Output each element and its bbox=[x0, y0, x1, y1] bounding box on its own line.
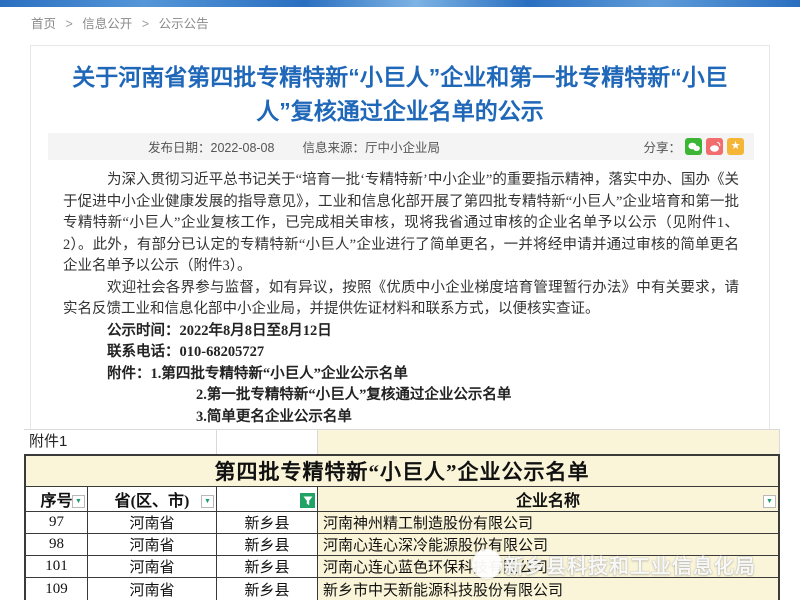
header-serial-label: 序号 bbox=[40, 487, 72, 511]
info-source-value: 厅中小企业局 bbox=[365, 141, 440, 155]
attachment-line-3: 3.简单更名企业公示名单 bbox=[63, 407, 739, 429]
table-row: 97 河南省 新乡县 河南神州精工制造股份有限公司 bbox=[26, 512, 778, 534]
cell-company: 河南心连心深冷能源股份有限公司 bbox=[318, 534, 778, 556]
attachments-label: 附件： bbox=[107, 366, 151, 382]
publish-date: 发布日期：2022-08-08 bbox=[148, 137, 274, 156]
breadcrumb-info-disclosure[interactable]: 信息公开 bbox=[82, 17, 132, 31]
qzone-star-share-icon[interactable]: ★ bbox=[727, 138, 744, 155]
attachment-link-1[interactable]: 1.第四批专精特新“小巨人”企业公示名单 bbox=[151, 366, 408, 382]
attachment1-table: 第四批专精特新“小巨人”企业公示名单 序号 ▼ 省(区、市) ▼ bbox=[24, 454, 780, 600]
cell-province: 河南省 bbox=[88, 534, 217, 556]
cell-county: 新乡县 bbox=[217, 534, 318, 556]
article-meta-bar: 发布日期：2022-08-08 信息来源：厅中小企业局 分享： ★ bbox=[48, 133, 754, 160]
article-body: 为深入贯彻习近平总书记关于“培育一批‘专精特新’中小企业”的重要指示精神，落实中… bbox=[63, 170, 739, 453]
info-source: 信息来源：厅中小企业局 bbox=[302, 137, 440, 156]
header-county bbox=[217, 487, 318, 512]
cell-serial: 97 bbox=[26, 512, 88, 534]
cell-county: 新乡县 bbox=[217, 556, 318, 578]
attachment1-label: 附件1 bbox=[24, 430, 217, 454]
cell-county: 新乡县 bbox=[217, 512, 318, 534]
attachment-link-2[interactable]: 2.第一批专精特新“小巨人”复核通过企业公示名单 bbox=[196, 387, 511, 403]
header-company: 企业名称 ▼ bbox=[318, 487, 778, 512]
breadcrumb: 首页 > 信息公开 > 公示公告 bbox=[31, 13, 209, 32]
breadcrumb-separator: > bbox=[142, 17, 149, 31]
table-row: 101 河南省 新乡县 河南心连心蓝色环保科技有限公司 bbox=[26, 556, 778, 578]
filter-dropdown-icon[interactable]: ▼ bbox=[72, 495, 85, 508]
breadcrumb-announcements[interactable]: 公示公告 bbox=[159, 17, 209, 31]
filter-dropdown-icon[interactable]: ▼ bbox=[763, 495, 776, 508]
share-label: 分享： bbox=[643, 137, 681, 156]
wechat-share-icon[interactable] bbox=[685, 138, 702, 155]
attachment-line-2: 2.第一批专精特新“小巨人”复核通过企业公示名单 bbox=[63, 385, 739, 407]
breadcrumb-home[interactable]: 首页 bbox=[31, 17, 56, 31]
publish-date-label: 发布日期： bbox=[148, 141, 211, 155]
cell-province: 河南省 bbox=[88, 578, 217, 600]
empty-cell bbox=[318, 430, 780, 454]
table-row: 98 河南省 新乡县 河南心连心深冷能源股份有限公司 bbox=[26, 534, 778, 556]
table-row: 109 河南省 新乡县 新乡市中天新能源科技股份有限公司 bbox=[26, 578, 778, 600]
active-filter-funnel-icon[interactable] bbox=[300, 493, 315, 508]
header-province: 省(区、市) ▼ bbox=[88, 487, 217, 512]
cell-county: 新乡县 bbox=[217, 578, 318, 600]
cell-serial: 101 bbox=[26, 556, 88, 578]
cell-serial: 98 bbox=[26, 534, 88, 556]
cell-company: 河南神州精工制造股份有限公司 bbox=[318, 512, 778, 534]
attachment-link-3[interactable]: 3.简单更名企业公示名单 bbox=[196, 409, 352, 425]
publish-date-value: 2022-08-08 bbox=[211, 141, 275, 155]
header-province-label: 省(区、市) bbox=[115, 487, 190, 511]
filter-dropdown-icon[interactable]: ▼ bbox=[201, 495, 214, 508]
empty-cell bbox=[217, 430, 318, 454]
contact-phone-line: 联系电话：010-68205727 bbox=[63, 342, 739, 364]
paragraph: 为深入贯彻习近平总书记关于“培育一批‘专精特新’中小企业”的重要指示精神，落实中… bbox=[63, 170, 739, 278]
cell-province: 河南省 bbox=[88, 512, 217, 534]
cell-province: 河南省 bbox=[88, 556, 217, 578]
cell-serial: 109 bbox=[26, 578, 88, 600]
weibo-share-icon[interactable] bbox=[706, 138, 723, 155]
attachment1-label-row: 附件1 bbox=[24, 429, 780, 454]
table-header-row: 序号 ▼ 省(区、市) ▼ 企业名称 ▼ bbox=[26, 487, 778, 512]
attachment-line-1: 附件：1.第四批专精特新“小巨人”企业公示名单 bbox=[63, 364, 739, 386]
info-source-label: 信息来源： bbox=[302, 141, 365, 155]
header-company-label: 企业名称 bbox=[516, 487, 580, 511]
publicity-period-line: 公示时间：2022年8月8日至8月12日 bbox=[63, 321, 739, 343]
attachment1-spreadsheet: 附件1 第四批专精特新“小巨人”企业公示名单 序号 ▼ 省(区、市) ▼ bbox=[24, 429, 780, 600]
share-bar: 分享： ★ bbox=[643, 137, 744, 156]
paragraph: 欢迎社会各界参与监督，如有异议，按照《优质中小企业梯度培育管理暂行办法》中有关要… bbox=[63, 278, 739, 321]
top-nav-bar bbox=[0, 0, 800, 7]
table-title: 第四批专精特新“小巨人”企业公示名单 bbox=[26, 456, 778, 487]
cell-company: 新乡市中天新能源科技股份有限公司 bbox=[318, 578, 778, 600]
cell-company: 河南心连心蓝色环保科技有限公司 bbox=[318, 556, 778, 578]
header-serial: 序号 ▼ bbox=[26, 487, 88, 512]
breadcrumb-separator: > bbox=[66, 17, 73, 31]
page-title: 关于河南省第四批专精特新“小巨人”企业和第一批专精特新“小巨人”复核通过企业名单… bbox=[31, 60, 769, 128]
page: 首页 > 信息公开 > 公示公告 关于河南省第四批专精特新“小巨人”企业和第一批… bbox=[0, 0, 800, 600]
